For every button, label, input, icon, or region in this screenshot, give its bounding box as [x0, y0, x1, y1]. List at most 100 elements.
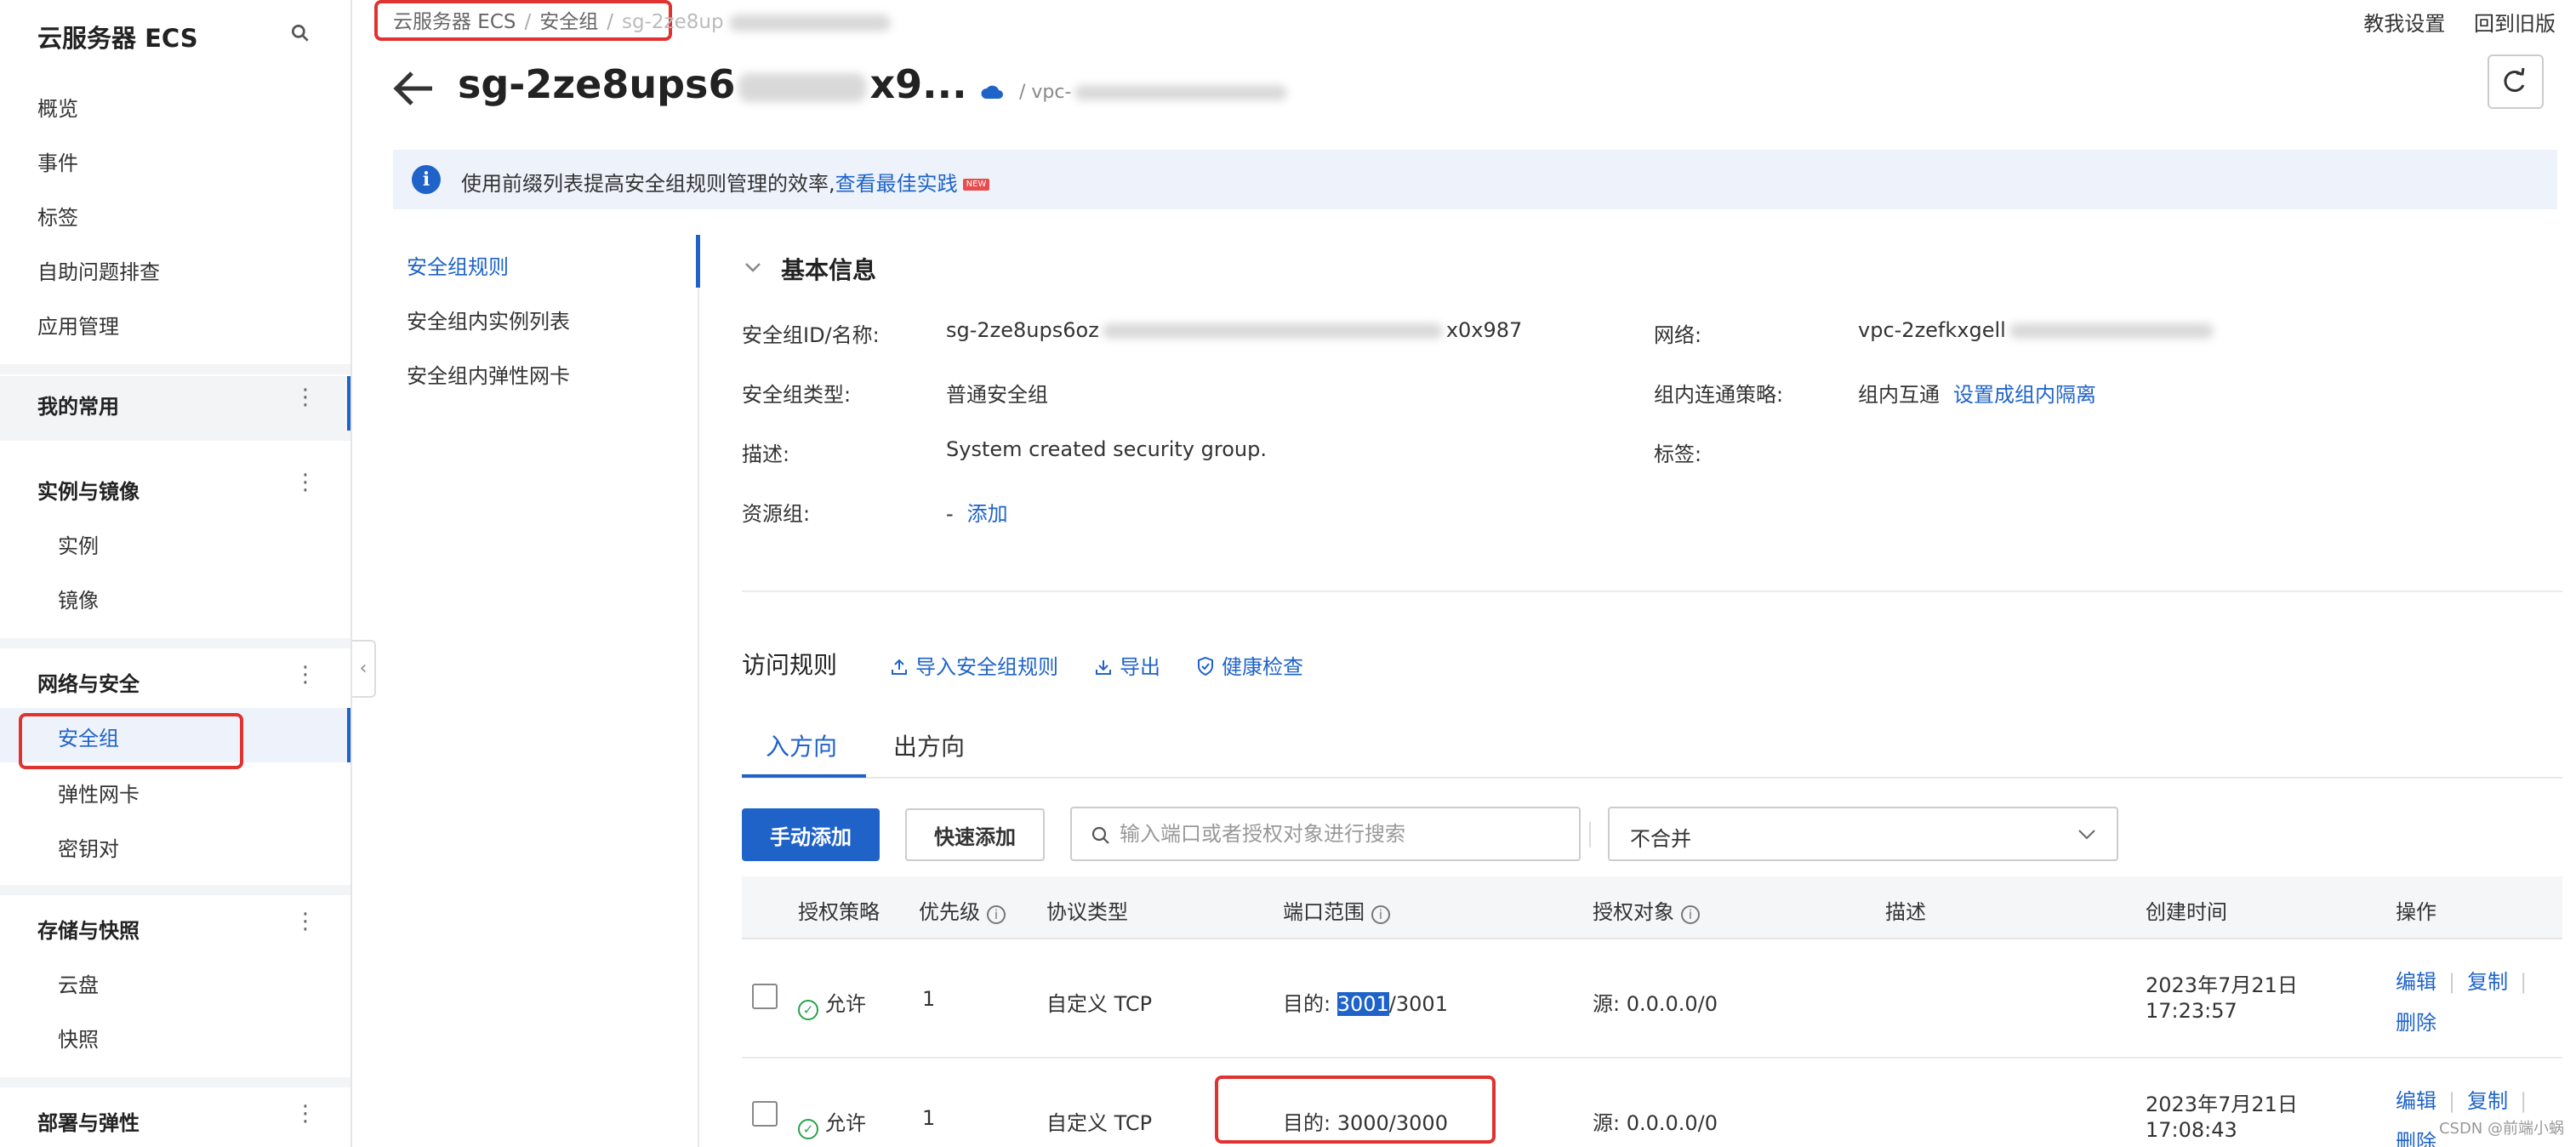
sg-type-label: 安全组类型: — [742, 383, 852, 407]
manual-add-button[interactable]: 手动添加 — [742, 808, 880, 861]
sidebar-item-disks[interactable]: 云盘 — [58, 968, 99, 998]
subnav-eni-list[interactable]: 安全组内弹性网卡 — [407, 359, 570, 389]
subnav-instance-list[interactable]: 安全组内实例列表 — [407, 305, 570, 334]
description-label: 描述: — [742, 442, 790, 466]
sg-type-value: 普通安全组 — [946, 383, 1048, 407]
row-protocol: 自定义 TCP — [1046, 992, 1153, 1016]
breadcrumb: 云服务器 ECS / 安全组 / sg-2ze8up — [393, 5, 891, 34]
sidebar-item-app-management[interactable]: 应用管理 — [37, 310, 119, 340]
quick-add-button[interactable]: 快速添加 — [905, 808, 1045, 861]
sidebar-group-storage-snapshots[interactable]: 存储与快照 ⋮ — [0, 900, 350, 955]
network-value: vpc-2zefkxgell — [1858, 318, 2214, 342]
health-check-button[interactable]: 健康检查 — [1196, 650, 1303, 680]
export-button[interactable]: 导出 — [1094, 650, 1160, 680]
row-created-date: 2023年7月21日 — [2146, 1093, 2298, 1116]
more-icon[interactable]: ⋮ — [294, 910, 316, 933]
old-version-link[interactable]: 回到旧版 — [2474, 12, 2556, 36]
merge-select[interactable]: 不合并 — [1608, 807, 2118, 861]
row-created-date: 2023年7月21日 — [2146, 973, 2298, 997]
sidebar-group-favorites[interactable]: 我的常用 ⋮ — [0, 376, 350, 431]
subnav-active-indicator — [696, 235, 700, 288]
set-isolation-link[interactable]: 设置成组内隔离 — [1953, 383, 2096, 407]
access-rules-title: 访问规则 — [742, 651, 838, 679]
col-description: 描述 — [1885, 900, 1926, 924]
sidebar-item-snapshots[interactable]: 快照 — [58, 1023, 99, 1053]
refresh-button[interactable] — [2488, 54, 2544, 109]
sidebar-item-troubleshoot[interactable]: 自助问题排查 — [37, 255, 160, 285]
merge-select-value: 不合并 — [1630, 827, 1691, 851]
tab-bar-line — [742, 777, 2562, 779]
import-rules-button[interactable]: 导入安全组规则 — [890, 650, 1058, 680]
watermark: CSDN @前端小蜗 — [2438, 1120, 2564, 1138]
page-title: sg-2ze8ups6 x9... — [458, 61, 967, 107]
chevron-down-icon[interactable] — [744, 260, 762, 274]
tab-outbound[interactable]: 出方向 — [893, 728, 965, 762]
resource-group-label: 资源组: — [742, 502, 811, 526]
copy-link[interactable]: 复制 — [2467, 1089, 2508, 1113]
col-created-time: 创建时间 — [2146, 900, 2227, 924]
sidebar-group-label: 部署与弹性 — [37, 1111, 140, 1135]
favorites-active-bar — [347, 376, 350, 431]
sidebar-item-instances[interactable]: 实例 — [58, 529, 99, 559]
more-icon[interactable]: ⋮ — [294, 664, 316, 686]
delete-link[interactable]: 删除 — [2396, 1130, 2436, 1147]
copy-link[interactable]: 复制 — [2467, 970, 2508, 994]
row-policy: ✓ 允许 — [798, 987, 866, 1020]
more-icon[interactable]: ⋮ — [294, 1103, 316, 1125]
sidebar-item-overview[interactable]: 概览 — [37, 92, 78, 122]
row-checkbox[interactable] — [752, 1101, 778, 1127]
description-value: System created security group. — [946, 437, 1267, 461]
add-resource-group-link[interactable]: 添加 — [967, 502, 1008, 526]
sidebar-group-label: 我的常用 — [37, 395, 119, 419]
sidebar-item-tags[interactable]: 标签 — [37, 201, 78, 231]
sidebar-collapse-toggle[interactable]: ‹ — [352, 640, 376, 698]
edit-link[interactable]: 编辑 — [2396, 970, 2436, 994]
row-auth-object: 源: 0.0.0.0/0 — [1593, 992, 1718, 1016]
sidebar-item-events[interactable]: 事件 — [37, 146, 78, 176]
rule-search-input[interactable] — [1120, 819, 1562, 849]
more-icon[interactable]: ⋮ — [294, 386, 316, 408]
table-row: ✓ 允许 1 自定义 TCP 目的: 3001/3001 源: 0.0.0.0/0… — [742, 939, 2562, 1059]
refresh-icon — [2504, 67, 2525, 92]
tab-inbound[interactable]: 入方向 — [766, 728, 837, 762]
sg-id-value: sg-2ze8ups6oz x0x987 — [946, 318, 1523, 342]
delete-link[interactable]: 删除 — [2396, 1011, 2436, 1035]
breadcrumb-ecs[interactable]: 云服务器 ECS — [393, 11, 516, 33]
sidebar-group-instances-images[interactable]: 实例与镜像 ⋮ — [0, 461, 350, 516]
row-created-time: 17:23:57 — [2146, 999, 2237, 1023]
back-arrow-icon[interactable] — [391, 66, 436, 111]
sidebar-group-network-security[interactable]: 网络与安全 ⋮ — [0, 653, 350, 708]
info-icon: i — [412, 165, 441, 194]
rule-search-box[interactable] — [1070, 807, 1581, 861]
shield-check-icon — [1198, 656, 1213, 676]
best-practice-link[interactable]: 查看最佳实践 — [835, 172, 958, 196]
info-icon: i — [987, 905, 1006, 924]
sidebar-group-deployment-elasticity[interactable]: 部署与弹性 ⋮ — [0, 1093, 350, 1147]
sidebar-item-images[interactable]: 镜像 — [58, 584, 99, 613]
tutorial-link[interactable]: 教我设置 — [2363, 12, 2445, 36]
info-icon: i — [1681, 905, 1700, 924]
table-row: ✓ 允许 1 自定义 TCP 目的: 3000/3000 源: 0.0.0.0/0… — [742, 1059, 2562, 1147]
sidebar-item-key-pairs[interactable]: 密钥对 — [58, 832, 119, 862]
search-icon[interactable] — [289, 22, 311, 44]
rules-table-header: 授权策略 优先级 i 协议类型 端口范围 i 授权对象 i 描述 创建时间 操作 — [742, 876, 2562, 939]
notice-text: 使用前缀列表提高安全组规则管理的效率,查看最佳实践 NEW — [461, 167, 990, 197]
row-ops-delete: 删除 — [2396, 1125, 2436, 1147]
download-icon — [1096, 660, 1111, 675]
sidebar-item-eni[interactable]: 弹性网卡 — [58, 778, 140, 807]
network-label: 网络: — [1654, 323, 1702, 347]
row-checkbox[interactable] — [752, 984, 778, 1009]
tab-active-underline — [742, 774, 866, 778]
annotation-box-security-group — [19, 713, 243, 769]
more-icon[interactable]: ⋮ — [294, 471, 316, 494]
subnav-security-group-rules[interactable]: 安全组规则 — [407, 250, 509, 280]
sidebar-divider — [0, 431, 350, 441]
basic-info-title: 基本信息 — [781, 256, 877, 284]
breadcrumb-security-group[interactable]: 安全组 — [539, 11, 598, 33]
row-created-time: 17:08:43 — [2146, 1118, 2237, 1142]
sidebar-divider — [0, 1077, 350, 1087]
col-port-range: 端口范围 i — [1283, 895, 1390, 925]
security-group-active-bar — [347, 708, 350, 762]
sidebar-group-label: 网络与安全 — [37, 672, 140, 696]
edit-link[interactable]: 编辑 — [2396, 1089, 2436, 1113]
